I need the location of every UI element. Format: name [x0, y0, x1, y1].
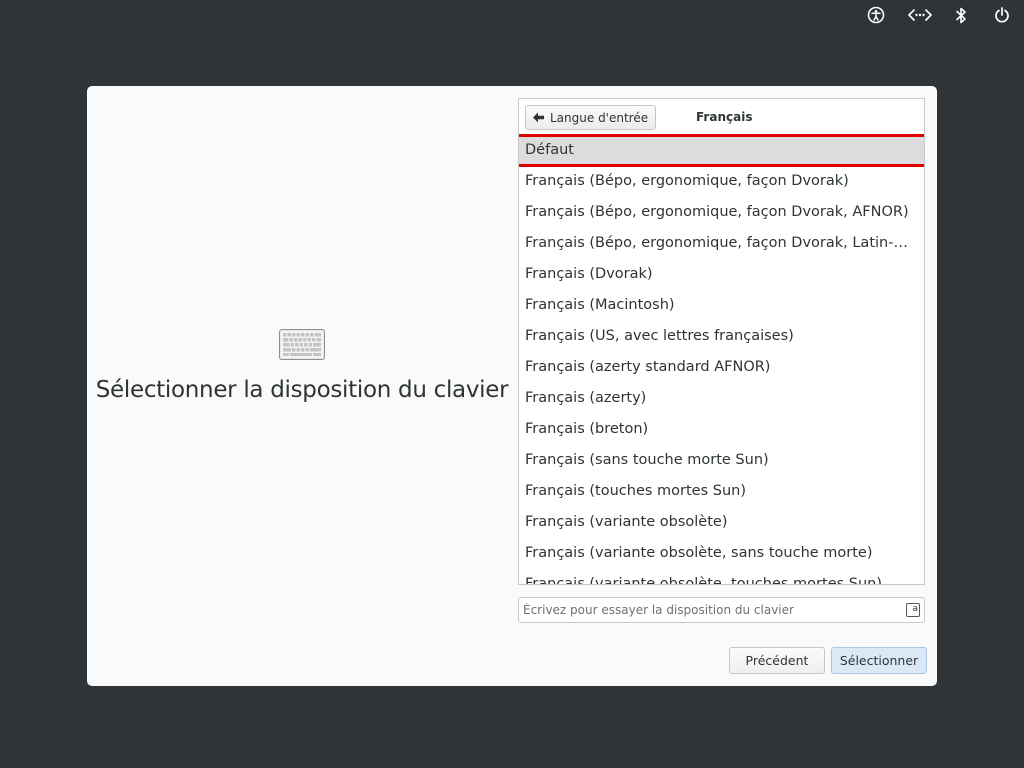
list-item[interactable]: Français (touches mortes Sun) — [519, 476, 924, 507]
list-item[interactable]: Français (US, avec lettres françaises) — [519, 321, 924, 352]
layout-test-input[interactable] — [523, 603, 893, 617]
panel-header: Langue d'entrée Français — [519, 99, 924, 135]
keyboard-icon — [279, 329, 325, 360]
list-item[interactable]: Français (variante obsolète, sans touche… — [519, 538, 924, 569]
accessibility-icon[interactable] — [866, 5, 886, 25]
list-item[interactable]: Défaut — [519, 134, 924, 167]
list-item[interactable]: Français (Macintosh) — [519, 290, 924, 321]
list-item[interactable]: Français (sans touche morte Sun) — [519, 445, 924, 476]
bluetooth-icon[interactable] — [951, 5, 971, 25]
list-item[interactable]: Français (Bépo, ergonomique, façon Dvora… — [519, 166, 924, 197]
list-item[interactable]: Français (variante obsolète) — [519, 507, 924, 538]
layout-list-panel: Langue d'entrée Français Défaut Français… — [518, 98, 925, 585]
layout-list[interactable]: Défaut Français (Bépo, ergonomique, faço… — [519, 134, 924, 584]
network-icon[interactable] — [908, 5, 932, 25]
list-item[interactable]: Français (breton) — [519, 414, 924, 445]
list-item[interactable]: Français (Bépo, ergonomique, façon Dvora… — [519, 197, 924, 228]
arrow-left-icon — [532, 112, 545, 123]
previous-button[interactable]: Précédent — [729, 647, 825, 674]
back-button-label: Langue d'entrée — [550, 110, 649, 125]
list-item[interactable]: Français (Dvorak) — [519, 259, 924, 290]
page-title: Sélectionner la disposition du clavier — [95, 377, 509, 403]
back-button[interactable]: Langue d'entrée — [525, 105, 657, 130]
intro-pane: Sélectionner la disposition du clavier — [87, 86, 517, 686]
keyboard-layout-indicator-icon[interactable]: a — [906, 603, 920, 617]
panel-title: Français — [696, 110, 753, 124]
list-item[interactable]: Français (variante obsolète, touches mor… — [519, 569, 924, 584]
select-button[interactable]: Sélectionner — [831, 647, 927, 674]
list-item[interactable]: Français (azerty) — [519, 383, 924, 414]
power-icon[interactable] — [992, 5, 1012, 25]
keyboard-layout-dialog: Sélectionner la disposition du clavier L… — [87, 86, 937, 686]
layout-test-field[interactable]: a — [518, 597, 925, 623]
list-item[interactable]: Français (Bépo, ergonomique, façon Dvora… — [519, 228, 924, 259]
list-item[interactable]: Français (azerty standard AFNOR) — [519, 352, 924, 383]
